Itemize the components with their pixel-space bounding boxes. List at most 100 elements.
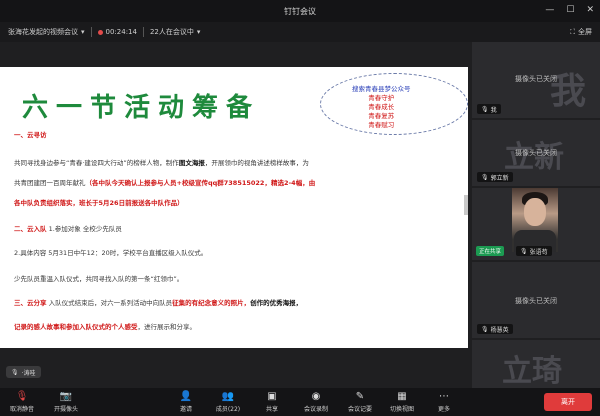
slogan-list: 搜索青春县梦公众号 青春守护 青春成长 青春复苏 青春赋习: [352, 85, 411, 130]
slide-paragraph: 共青团建团一百周年献礼（各中队今天确认上报参与人员+校级宣传qq群7385150…: [14, 177, 315, 187]
microphone-icon: 🎙: [11, 368, 19, 376]
notes-icon: ✎: [355, 391, 365, 402]
slide-text-bold: 创作的优秀海报，: [250, 299, 303, 307]
slide-text: 共青团建团一百周年献礼: [14, 179, 86, 187]
divider: [90, 27, 92, 37]
slide-text-red: （各中队今天确认上报参与人员+校级宣传qq群738515022，精选2-4幅，由: [85, 179, 316, 187]
camera-button[interactable]: 📷 开摄像头: [46, 390, 86, 414]
slide-paragraph: 记录的感人故事和参加入队仪式的个人感受，进行展示和分享。: [14, 321, 196, 331]
participant-name: 🎙 郭立新: [477, 172, 513, 182]
participant-name: 🎙 张语苟: [516, 246, 552, 256]
camera-off-text: 摄像头已关闭: [515, 297, 557, 305]
members-icon: 👥: [221, 391, 235, 402]
minimize-button[interactable]: —: [545, 4, 554, 16]
sharing-badge: 正在共享: [476, 246, 505, 256]
fullscreen-button[interactable]: ⛶ 全屏: [570, 27, 592, 37]
participant-panel: 我 摄像头已关闭 🎙 我 立新 摄像头已关闭 🎙 郭立新 正在共享 🎙 张语苟 摄像头…: [472, 42, 600, 388]
toolbar-label: 开摄像头: [53, 406, 78, 413]
meeting-name[interactable]: 张海花发起的视频会议: [8, 27, 78, 37]
participant-tile[interactable]: 摄像头已关闭 🎙 杨慧英: [472, 262, 600, 338]
slide-text: 共同寻找身边参与“青春·建设四大行动”的榜样人物，制作: [14, 159, 179, 167]
chevron-down-icon[interactable]: ▾: [197, 28, 201, 36]
camera-off-icon: 📷: [59, 391, 73, 402]
participant-name: 🎙 我: [477, 104, 501, 114]
toolbar-label: 会议录制: [303, 406, 328, 413]
camera-off-text: 摄像头已关闭: [515, 75, 557, 83]
video-face: [524, 198, 546, 226]
invite-button[interactable]: 👤 邀请: [166, 390, 206, 414]
speaker-tag: 🎙 ·涛哇: [6, 366, 41, 378]
slide-text-bold: 图文海报: [178, 159, 205, 167]
participant-name: 🎙 杨慧英: [477, 324, 513, 334]
participant-video: [512, 188, 558, 252]
toolbar-label: 会议记要: [347, 406, 372, 413]
toolbar-label: 更多: [437, 406, 450, 413]
mic-muted-icon: 🎙: [481, 173, 489, 181]
recording-dot-icon: [97, 29, 103, 35]
fullscreen-label: 全屏: [578, 28, 592, 36]
leave-button[interactable]: 离开: [544, 393, 592, 411]
toolbar-label: 成员(22): [215, 406, 241, 413]
section-heading: 二、云入队: [14, 225, 47, 233]
slide-text: 入队仪式结束后，对六一系列活动中向队员: [48, 299, 173, 307]
slide-title: 六一节活动筹备: [22, 93, 261, 123]
window-title: 钉钉会议: [284, 6, 316, 16]
meeting-timer: 00:24:14: [97, 28, 137, 36]
minutes-button[interactable]: ✎ 会议记要: [340, 390, 380, 414]
toolbar-label: 切换视图: [389, 406, 414, 413]
participant-tile-video[interactable]: 正在共享 🎙 张语苟: [472, 188, 600, 260]
members-button[interactable]: 👥 成员(22): [208, 390, 248, 414]
slide-text: ，进行展示和分享。: [137, 323, 197, 331]
chevron-down-icon[interactable]: ▾: [81, 28, 85, 36]
meeting-info-bar: 张海花发起的视频会议 ▾ 00:24:14 22人在会议中 ▾ ⛶ 全屏: [0, 22, 600, 42]
switch-view-button[interactable]: ▦ 切换视图: [382, 390, 422, 414]
slogan-heading: 搜索青春县梦公众号: [352, 85, 411, 93]
share-screen-icon: ▣: [267, 391, 277, 402]
slogan-item: 青春赋习: [368, 121, 395, 129]
slide-text: 少先队员重温入队仪式，共同寻找入队的第一条“红领巾”。: [14, 275, 184, 283]
slide-paragraph: 共同寻找身边参与“青春·建设四大行动”的榜样人物，制作图文海报，开展领巾的视角讲…: [14, 157, 309, 167]
window-controls: — ☐ ✕: [545, 4, 594, 16]
timer-text: 00:24:14: [105, 28, 137, 36]
participant-tile[interactable]: 我 摄像头已关闭 🎙 我: [472, 42, 600, 118]
mic-muted-icon: 🎙: [15, 391, 29, 402]
fullscreen-icon: ⛶: [570, 27, 575, 36]
camera-off-text: 摄像头已关闭: [515, 149, 557, 157]
mic-muted-icon: 🎙: [481, 325, 489, 333]
close-button[interactable]: ✕: [586, 4, 594, 16]
toolbar-label: 共享: [265, 406, 278, 413]
section-heading: 三、云分享: [14, 299, 47, 307]
slide-text-red: 记录的感人故事和参加入队仪式的个人感受: [14, 323, 138, 331]
invite-icon: 👤: [179, 391, 193, 402]
grid-view-icon: ▦: [397, 391, 407, 402]
participant-tile[interactable]: 立琦: [472, 340, 600, 388]
slide-text: ，开展领巾的视角讲述榜样故事，为: [204, 159, 309, 167]
slogan-item: 青春守护: [368, 94, 395, 102]
section-heading: 一、云寻访: [14, 131, 47, 139]
mic-muted-icon: 🎙: [520, 247, 528, 255]
participant-tile[interactable]: 立新 摄像头已关闭 🎙 郭立新: [472, 120, 600, 186]
toolbar-label: 取消静音: [9, 406, 34, 413]
mic-muted-icon: 🎙: [481, 105, 489, 113]
slide-paragraph: 二、云入队 1.参加对象 全校少先队员: [14, 223, 122, 233]
slide-text-red: 各中队负责组织落实，班长于5月26日前报送各中队作品）: [14, 199, 184, 207]
slide-text: 1.参加对象 全校少先队员: [48, 225, 122, 233]
toolbar-label: 邀请: [179, 406, 192, 413]
slide-text-red: 征集的有纪念意义的照片，: [172, 299, 251, 307]
tile-watermark: 我: [550, 71, 587, 112]
share-button[interactable]: ▣ 共享: [252, 390, 292, 414]
maximize-button[interactable]: ☐: [566, 4, 574, 16]
slide-text: 2.具体内容 5月31日中午12：20时，学校平台直播区级入队仪式。: [14, 249, 208, 257]
participant-count[interactable]: 22人在会议中: [150, 27, 194, 37]
shared-screen[interactable]: 六一节活动筹备 搜索青春县梦公众号 青春守护 青春成长 青春复苏 青春赋习 一、…: [0, 67, 468, 348]
more-button[interactable]: ⋯ 更多: [424, 390, 464, 414]
speaker-name: ·涛哇: [21, 369, 36, 377]
unmute-button[interactable]: 🎙 取消静音: [2, 390, 42, 414]
slide-scrollbar[interactable]: [464, 195, 468, 215]
meeting-window: 钉钉会议 — ☐ ✕ 张海花发起的视频会议 ▾ 00:24:14 22人在会议中…: [0, 0, 600, 416]
record-button[interactable]: ◉ 会议录制: [296, 390, 336, 414]
divider: [142, 27, 144, 37]
slogan-item: 青春成长: [368, 103, 395, 111]
record-icon: ◉: [311, 391, 321, 402]
slide-paragraph: 三、云分享 入队仪式结束后，对六一系列活动中向队员征集的有纪念意义的照片，创作的…: [14, 297, 302, 307]
